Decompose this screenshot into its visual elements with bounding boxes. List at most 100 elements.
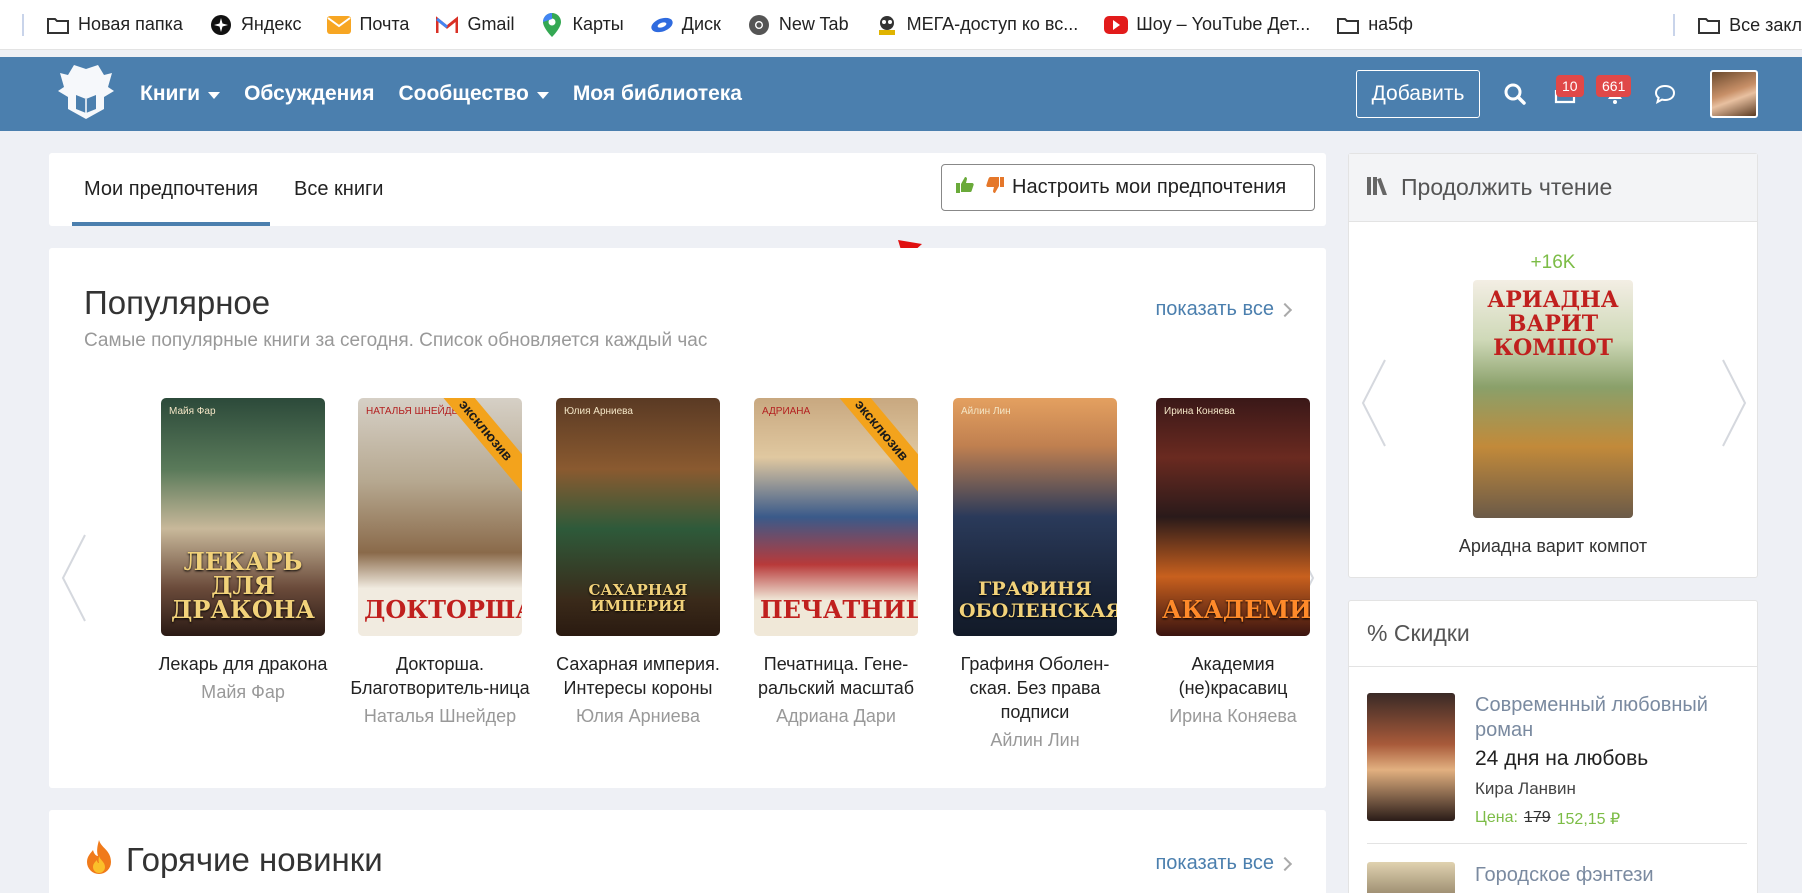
cover-title: АКАДЕМИЯ — [1162, 595, 1310, 624]
show-all-link[interactable]: показать все — [1155, 298, 1293, 321]
cover-author: Айлин Лин — [961, 406, 1011, 417]
chat-icon[interactable] — [1650, 79, 1680, 109]
book-cover[interactable] — [1367, 693, 1455, 821]
chevron-right-icon — [1277, 302, 1293, 317]
book-title[interactable]: Докторша. Благотворитель-ница — [350, 652, 530, 700]
book-cover[interactable]: Юлия Арниева САХАРНАЯ ИМПЕРИЯ — [556, 398, 720, 636]
bookmark-youtube[interactable]: Шоу – YouTube Дет... — [1104, 13, 1310, 37]
preferences-tabs-panel: Мои предпочтения Все книги Настроить мои… — [49, 153, 1326, 226]
book-card[interactable]: Майя Фар ЛЕКАРЬ ДЛЯ ДРАКОНА Лекарь для д… — [153, 398, 333, 703]
book-author[interactable]: Юлия Арниева — [548, 706, 728, 727]
bookmark-na5f[interactable]: на5ф — [1336, 13, 1413, 37]
book-title[interactable]: Академия (не)красавиц — [1143, 652, 1323, 700]
book-genre[interactable]: Современный любовный роман — [1475, 693, 1745, 743]
book-title[interactable]: Графиня Оболен-ская. Без права подписи — [945, 652, 1125, 724]
continue-prev-button[interactable] — [1359, 358, 1389, 448]
book-card[interactable]: АДРИАНА ПЕЧАТНИЦА эксклюзив Печатница. Г… — [746, 398, 926, 727]
book-price: Цена: 179 152,15 ₽ — [1475, 809, 1620, 829]
section-title: Популярное — [84, 284, 271, 321]
folder-icon — [1336, 13, 1360, 37]
book-title[interactable]: Лекарь для дракона — [153, 652, 333, 676]
bookmark-new-tab[interactable]: New Tab — [747, 13, 849, 37]
bookmark-gmail[interactable]: Gmail — [435, 13, 514, 37]
nav-my-library[interactable]: Моя библиотека — [573, 82, 742, 106]
bookmark-label: Карты — [572, 14, 624, 34]
book-cover[interactable]: НАТАЛЬЯ ШНЕЙДЕР ДОКТОРША эксклюзив — [358, 398, 522, 636]
old-price: 179 — [1523, 809, 1551, 826]
discount-item[interactable]: Городское фэнтези — [1367, 843, 1747, 893]
bookmark-mail[interactable]: Почта — [327, 13, 409, 37]
book-author[interactable]: Наталья Шнейдер — [350, 706, 530, 727]
avatar[interactable] — [1710, 70, 1758, 118]
bookmark-label: МЕГА-доступ ко вс... — [906, 14, 1079, 34]
search-icon[interactable] — [1500, 79, 1530, 109]
continue-next-button[interactable] — [1719, 358, 1749, 448]
book-cover[interactable]: Майя Фар ЛЕКАРЬ ДЛЯ ДРАКОНА — [161, 398, 325, 636]
book-card[interactable]: Юлия Арниева САХАРНАЯ ИМПЕРИЯ Сахарная и… — [548, 398, 728, 727]
book-title[interactable]: Печатница. Гене-ральский масштаб — [746, 652, 926, 700]
nav-discussions[interactable]: Обсуждения — [244, 82, 374, 106]
bookmark-new-folder[interactable]: Новая папка — [46, 13, 183, 37]
show-all-link[interactable]: показать все — [1155, 852, 1293, 875]
all-bookmarks-button[interactable]: Все закл — [1697, 13, 1802, 37]
book-title[interactable]: 24 дня на любовь — [1475, 747, 1648, 771]
nav-books[interactable]: Книги — [140, 82, 221, 106]
book-author[interactable]: Кира Ланвин — [1475, 779, 1576, 799]
continue-reading-title: Продолжить чтение — [1401, 174, 1613, 200]
bookmark-mega[interactable]: МЕГА-доступ ко вс... — [875, 13, 1079, 37]
exclusive-ribbon: эксклюзив — [827, 398, 918, 492]
bookmark-label: Яндекс — [240, 14, 302, 34]
all-bookmarks-label: Все закл — [1729, 14, 1802, 35]
configure-preferences-button[interactable]: Настроить мои предпочтения — [941, 164, 1315, 211]
views-count: +16K — [1530, 252, 1576, 273]
cover-author: НАТАЛЬЯ ШНЕЙДЕР — [366, 406, 465, 417]
chevron-down-icon — [536, 91, 549, 99]
book-author[interactable]: Майя Фар — [153, 682, 333, 703]
youtube-icon — [1104, 13, 1129, 37]
discount-item[interactable]: Современный любовный роман 24 дня на люб… — [1367, 693, 1747, 828]
configure-preferences-label: Настроить мои предпочтения — [1012, 176, 1287, 198]
cover-title: АРИАДНА ВАРИТ КОМПОТ — [1487, 287, 1619, 361]
book-genre[interactable]: Городское фэнтези — [1475, 864, 1654, 887]
site-logo[interactable] — [54, 61, 118, 125]
book-title[interactable]: Сахарная империя. Интересы короны — [548, 652, 728, 700]
bookmark-yandex[interactable]: Яндекс — [209, 13, 302, 37]
cover-title: ЛЕКАРЬ ДЛЯ ДРАКОНА — [171, 547, 315, 624]
cover-author: АДРИАНА — [762, 406, 811, 417]
cover-title: ПЕЧАТНИЦА — [760, 595, 918, 624]
hot-title-wrap: Горячие новинки — [84, 840, 383, 879]
book-cover[interactable]: АРИАДНА ВАРИТ КОМПОТ — [1473, 280, 1633, 518]
nav-community[interactable]: Сообщество — [398, 82, 549, 106]
bookmark-maps[interactable]: Карты — [540, 12, 624, 37]
add-button[interactable]: Добавить — [1356, 70, 1480, 118]
book-author[interactable]: Адриана Дари — [746, 706, 926, 727]
chrome-icon — [747, 13, 771, 37]
thumbs-down-icon — [984, 176, 1004, 200]
book-card[interactable]: Айлин Лин ГРАФИНЯ ОБОЛЕНСКАЯ Графиня Обо… — [945, 398, 1125, 751]
bookmark-label: Шоу – YouTube Дет... — [1136, 14, 1311, 34]
book-author[interactable]: Ирина Коняева — [1143, 706, 1323, 727]
book-card[interactable]: НАТАЛЬЯ ШНЕЙДЕР ДОКТОРША эксклюзив Докто… — [350, 398, 530, 727]
book-author[interactable]: Айлин Лин — [945, 730, 1125, 751]
books-icon — [1367, 174, 1391, 201]
disk-icon — [650, 13, 674, 37]
hot-new-section: Горячие новинки показать все — [49, 810, 1326, 893]
bookmarks-separator — [22, 13, 24, 36]
book-cover[interactable]: Айлин Лин ГРАФИНЯ ОБОЛЕНСКАЯ — [953, 398, 1117, 636]
library-badge: 10 — [1556, 75, 1584, 97]
carousel-prev-button[interactable] — [59, 533, 89, 623]
book-card[interactable]: Ирина Коняева АКАДЕМИЯ Академия (не)крас… — [1143, 398, 1323, 727]
book-cover[interactable]: АДРИАНА ПЕЧАТНИЦА эксклюзив — [754, 398, 918, 636]
nav-books-label: Книги — [140, 82, 201, 105]
all-bookmarks[interactable]: Все закл — [1673, 0, 1802, 50]
cover-author: Юлия Арниева — [564, 406, 633, 417]
chevron-down-icon — [208, 91, 221, 99]
tab-my-preferences[interactable]: Мои предпочтения — [71, 153, 271, 226]
book-cover[interactable] — [1367, 862, 1455, 893]
continue-reading-header: Продолжить чтение — [1349, 154, 1757, 222]
bookmark-disk[interactable]: Диск — [650, 13, 721, 37]
book-cover[interactable]: Ирина Коняева АКАДЕМИЯ — [1156, 398, 1310, 636]
bookmark-label: на5ф — [1368, 14, 1413, 34]
book-title[interactable]: Ариадна варит компот — [1349, 536, 1757, 557]
tab-all-books[interactable]: Все книги — [294, 153, 383, 226]
